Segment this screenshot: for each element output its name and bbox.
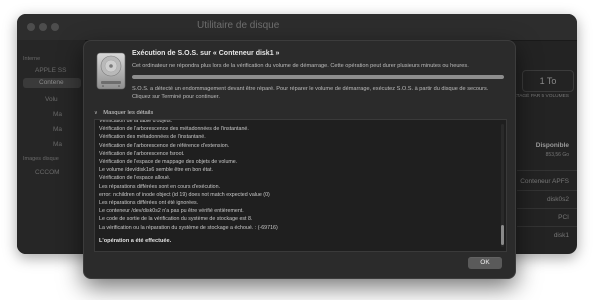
log-line: Les réparations différées sont en cours … xyxy=(99,183,221,190)
info-device-value: disk0s2 xyxy=(546,196,569,203)
sidebar-header-images: Images disque xyxy=(23,156,59,162)
sidebar-item-ma-1[interactable]: Ma xyxy=(23,110,81,120)
operation-complete-message: L'opération a été effectuée. xyxy=(99,237,172,244)
available-size: 853,56 Go xyxy=(545,152,569,158)
available-label: Disponible xyxy=(535,142,569,149)
log-scrollbar[interactable] xyxy=(501,124,504,247)
info-panel: 1 To PARTAGÉ PAR 5 VOLUMES Disponible 85… xyxy=(507,40,577,254)
info-connection-value: PCI xyxy=(558,214,569,221)
log-line: error: nchildren of inode object (id 19)… xyxy=(99,191,270,198)
log-line: Vérification de l'arborescence des métad… xyxy=(99,126,249,133)
sidebar-item-label: APPLE SS xyxy=(35,67,67,74)
minimize-window-button[interactable] xyxy=(39,23,47,31)
divider xyxy=(517,226,577,227)
result-message: S.O.S. a détecté un endommagement devant… xyxy=(132,86,489,100)
sidebar: Interne APPLE SS Contene Volu Ma Ma Ma I… xyxy=(17,40,85,254)
sidebar-item-container[interactable]: Contene xyxy=(23,78,81,88)
sidebar-item-label: Ma xyxy=(53,141,63,148)
info-disk-value: disk1 xyxy=(553,232,569,239)
info-type-value: Conteneur APFS xyxy=(520,178,569,185)
sidebar-header-internal: Interne xyxy=(23,56,41,62)
divider xyxy=(517,170,577,171)
progress-bar xyxy=(132,75,504,79)
dialog-title: Exécution de S.O.S. sur « Conteneur disk… xyxy=(132,50,280,57)
log-line: Le volume /dev/disk1s6 semble être en bo… xyxy=(99,167,213,174)
zoom-window-button[interactable] xyxy=(51,23,59,31)
log-line: Les réparations différées ont été ignoré… xyxy=(99,200,199,207)
log-content: Vérification de la table d'objets. Vérifi… xyxy=(99,120,491,245)
shared-volumes-label: PARTAGÉ PAR 5 VOLUMES xyxy=(507,94,569,99)
sidebar-item-apple-ssd[interactable]: APPLE SS xyxy=(23,66,81,76)
log-line: Le code de sortie de la vérification du … xyxy=(99,216,253,223)
chevron-down-icon: ∨ xyxy=(94,110,98,116)
sidebar-item-label: CCCOM xyxy=(35,169,60,176)
log-line: Vérification de l'arborescence fsroot. xyxy=(99,150,185,157)
sidebar-item-label: Ma xyxy=(53,111,63,118)
disk-size-value: 1 To xyxy=(522,70,574,92)
divider xyxy=(517,208,577,209)
scrollbar-thumb[interactable] xyxy=(501,225,504,245)
divider xyxy=(517,190,577,191)
ok-button[interactable]: OK xyxy=(468,257,502,269)
hide-details-toggle[interactable]: ∨ Masquer les détails xyxy=(94,110,153,116)
log-line: Vérification de l'arborescence de référe… xyxy=(99,142,230,149)
sidebar-item-label: Contene xyxy=(39,79,64,86)
log-line: Le conteneur /dev/disk0s2 n'a pas pu êtr… xyxy=(99,208,244,215)
dialog-subtitle: Cet ordinateur ne répondra plus lors de … xyxy=(132,63,469,69)
window-titlebar: Utilitaire de disque xyxy=(17,14,577,41)
sidebar-item-label: Ma xyxy=(53,126,63,133)
log-line: Vérification de l'espace alloué. xyxy=(99,175,171,182)
sidebar-item-ma-3[interactable]: Ma xyxy=(23,140,81,150)
close-window-button[interactable] xyxy=(27,23,35,31)
log-line: La vérification ou la réparation du syst… xyxy=(99,224,278,231)
first-aid-sheet: Exécution de S.O.S. sur « Conteneur disk… xyxy=(83,40,516,279)
log-line: Vérification des métadonnées de l'instan… xyxy=(99,134,206,141)
disk-utility-icon xyxy=(94,51,128,91)
sidebar-item-disk-image[interactable]: CCCOM xyxy=(23,168,81,178)
sidebar-item-label: Volu xyxy=(45,96,58,103)
progress-fill xyxy=(132,75,504,79)
window-title: Utilitaire de disque xyxy=(197,20,280,31)
details-log[interactable]: Vérification de la table d'objets. Vérifi… xyxy=(94,119,507,252)
sidebar-item-volume[interactable]: Volu xyxy=(23,95,81,105)
log-line: Vérification de l'espace de mappage des … xyxy=(99,159,238,166)
sidebar-item-ma-2[interactable]: Ma xyxy=(23,125,81,135)
hide-details-label: Masquer les détails xyxy=(103,110,154,116)
